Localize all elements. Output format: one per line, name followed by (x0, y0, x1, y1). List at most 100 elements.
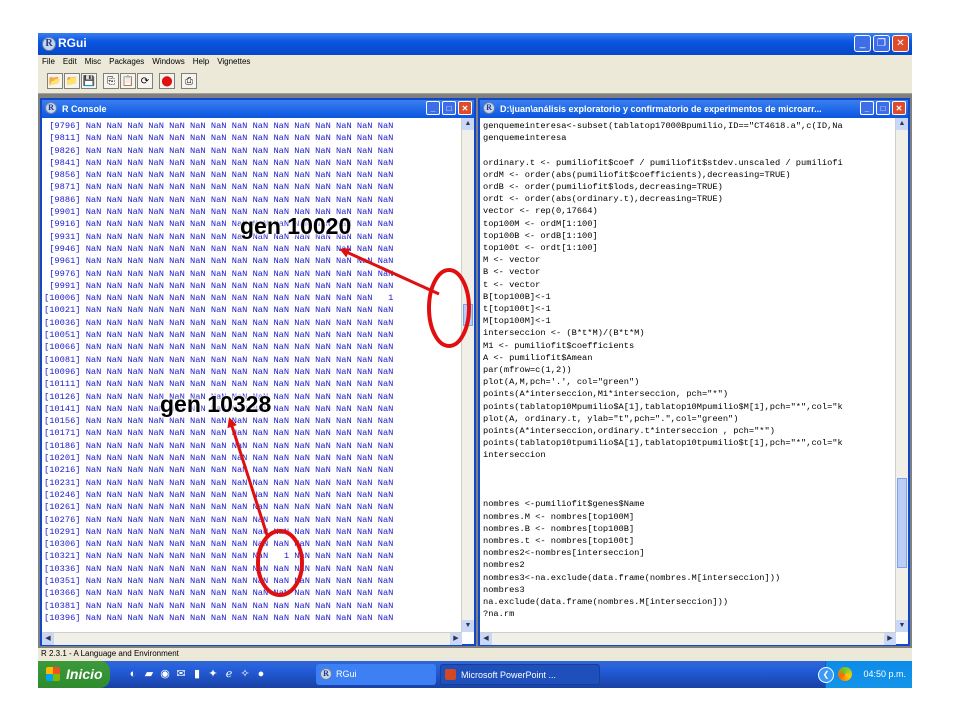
console-horizontal-scrollbar[interactable]: ◀ ▶ (42, 632, 462, 645)
console-value: NaN (122, 256, 144, 267)
task-rgui[interactable]: R RGui (316, 664, 436, 685)
menu-windows[interactable]: Windows (148, 55, 188, 68)
scroll-down-icon[interactable]: ▼ (462, 620, 474, 632)
menu-file[interactable]: File (38, 55, 59, 68)
copy-icon[interactable]: ⎘ (103, 73, 119, 89)
scroll-right-icon[interactable]: ▶ (884, 633, 896, 645)
paste-icon[interactable]: 📋 (120, 73, 136, 89)
quicklaunch-media-icon[interactable]: ◐ (126, 667, 140, 681)
quicklaunch-app-icon[interactable]: ▮ (190, 667, 204, 681)
console-value: NaN (205, 121, 227, 131)
scroll-up-icon[interactable]: ▲ (896, 118, 908, 130)
menu-misc[interactable]: Misc (81, 55, 105, 68)
quicklaunch-ie-icon[interactable]: ℯ (222, 667, 236, 681)
console-value: NaN (247, 354, 269, 365)
console-value: NaN (351, 145, 373, 156)
console-value: NaN (101, 231, 123, 242)
console-close-button[interactable]: ✕ (458, 101, 472, 115)
scroll-left-icon[interactable]: ◀ (42, 633, 54, 645)
console-value: NaN (268, 502, 290, 513)
console-value: NaN (205, 366, 227, 377)
tray-network-icon[interactable] (838, 667, 852, 681)
toolbar: 📂 📁 💾 ⎘ 📋 ⟳ ⬤ ⎙ (38, 70, 912, 94)
quicklaunch-player-icon[interactable]: ✧ (238, 667, 252, 681)
menu-packages[interactable]: Packages (105, 55, 148, 68)
console-vertical-scrollbar[interactable]: ▲ ▼ (461, 118, 474, 632)
console-row: [9826] NaN NaN NaN NaN NaN NaN NaN NaN N… (44, 145, 393, 157)
stop-icon[interactable]: ⬤ (159, 73, 175, 89)
scroll-left-icon[interactable]: ◀ (480, 633, 492, 645)
scroll-up-icon[interactable]: ▲ (462, 118, 474, 130)
editor-titlebar[interactable]: R D:\juan\análisis exploratorio y confir… (480, 100, 908, 118)
console-value: NaN (226, 330, 248, 341)
console-value: NaN (372, 231, 394, 242)
quicklaunch-mail-icon[interactable]: ✉ (174, 667, 188, 681)
console-value: NaN (101, 207, 123, 218)
console-value: NaN (247, 121, 269, 131)
console-value: NaN (268, 243, 290, 254)
console-row-index: [10066] (44, 342, 81, 353)
editor-horizontal-scrollbar[interactable]: ◀ ▶ (480, 632, 896, 645)
editor-scroll-thumb[interactable] (897, 478, 907, 568)
console-value: NaN (205, 600, 227, 611)
tray-expand-icon[interactable]: ❮ (818, 667, 834, 683)
console-output[interactable]: [9796] NaN NaN NaN NaN NaN NaN NaN NaN N… (44, 120, 393, 624)
script-line: ordinary.t <- pumiliofit$coef / pumiliof… (483, 157, 843, 168)
console-value: NaN (268, 489, 290, 500)
console-value: NaN (247, 539, 269, 550)
console-value: NaN (80, 157, 102, 168)
console-value: NaN (184, 514, 206, 525)
console-value: NaN (330, 453, 352, 464)
print-icon[interactable]: ⎙ (181, 73, 197, 89)
maximize-button[interactable]: ❐ (873, 35, 890, 52)
editor-maximize-button[interactable]: □ (876, 101, 890, 115)
console-value: NaN (122, 477, 144, 488)
quicklaunch-tool-icon[interactable]: ✦ (206, 667, 220, 681)
console-value: NaN (372, 612, 394, 623)
console-value: NaN (205, 453, 227, 464)
editor-vertical-scrollbar[interactable]: ▲ ▼ (895, 118, 908, 632)
task-powerpoint[interactable]: Microsoft PowerPoint ... (440, 664, 600, 685)
console-value: NaN (143, 428, 164, 439)
console-value: NaN (143, 219, 164, 230)
console-minimize-button[interactable]: _ (426, 101, 440, 115)
quicklaunch-browser-icon[interactable]: ◉ (158, 667, 172, 681)
scroll-down-icon[interactable]: ▼ (896, 620, 908, 632)
console-row-index: [9811] (44, 133, 81, 144)
console-value: NaN (372, 157, 394, 168)
console-value: NaN (247, 170, 269, 181)
open-script-icon[interactable]: 📂 (47, 73, 63, 89)
console-row-index: [10036] (44, 317, 81, 328)
task-powerpoint-label: Microsoft PowerPoint ... (461, 670, 557, 680)
console-value: NaN (268, 256, 290, 267)
editor-minimize-button[interactable]: _ (860, 101, 874, 115)
script-line: M <- vector (483, 255, 541, 266)
script-content[interactable]: genquemeinteresa<-subset(tablatop17000Bp… (483, 120, 843, 620)
close-button[interactable]: ✕ (892, 35, 909, 52)
menu-help[interactable]: Help (189, 55, 213, 68)
console-value: NaN (101, 539, 123, 550)
load-workspace-icon[interactable]: 📁 (64, 73, 80, 89)
console-value: NaN (184, 465, 206, 476)
minimize-button[interactable]: _ (854, 35, 871, 52)
save-icon[interactable]: 💾 (81, 73, 97, 89)
console-scroll-thumb[interactable] (463, 304, 473, 326)
menu-vignettes[interactable]: Vignettes (213, 55, 254, 68)
copy-paste-icon[interactable]: ⟳ (137, 73, 153, 89)
start-button[interactable]: Inicio (38, 661, 110, 688)
console-value: NaN (226, 133, 248, 144)
scroll-right-icon[interactable]: ▶ (450, 633, 462, 645)
editor-close-button[interactable]: ✕ (892, 101, 906, 115)
console-value: NaN (330, 502, 352, 513)
menu-edit[interactable]: Edit (59, 55, 81, 68)
quicklaunch-extra-icon[interactable]: ● (254, 667, 268, 681)
console-value: NaN (330, 366, 352, 377)
console-value: NaN (205, 489, 227, 500)
console-titlebar[interactable]: R R Console _ □ ✕ (42, 100, 474, 118)
console-value: NaN (309, 539, 331, 550)
rgui-titlebar[interactable]: R RGui _ ❐ ✕ (38, 33, 912, 55)
console-value: NaN (80, 453, 102, 464)
quicklaunch-folder-icon[interactable]: ▰ (142, 667, 156, 681)
console-maximize-button[interactable]: □ (442, 101, 456, 115)
console-value: NaN (289, 330, 310, 341)
